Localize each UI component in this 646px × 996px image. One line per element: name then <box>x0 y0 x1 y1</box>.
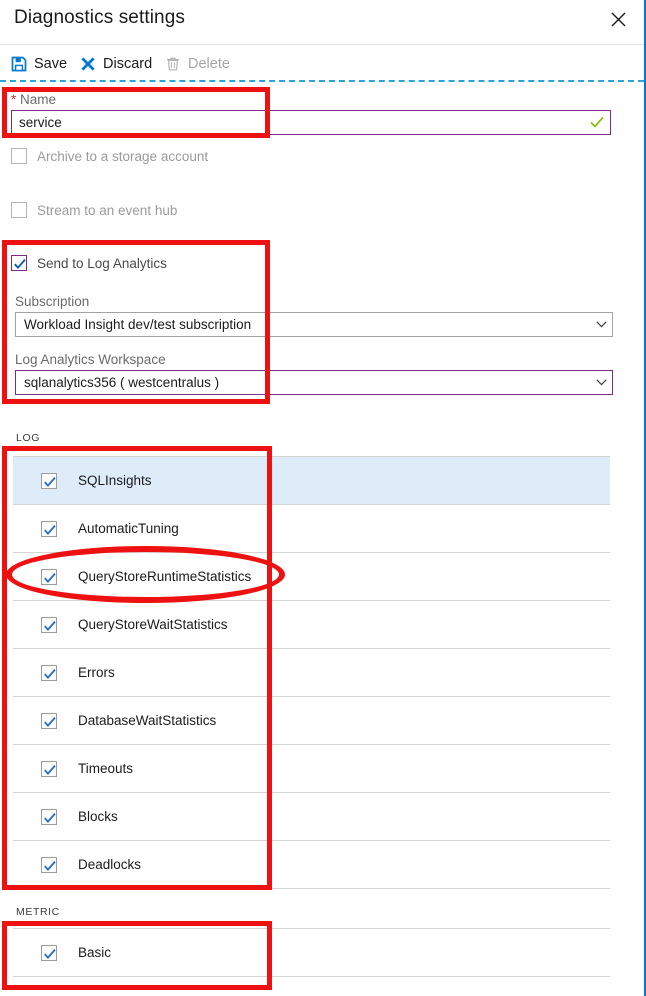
workspace-selected-value: sqlanalytics356 ( westcentralus ) <box>16 375 590 390</box>
list-item[interactable]: Basic <box>13 928 610 977</box>
save-button[interactable]: Save <box>11 53 67 75</box>
blade-title-bar: Diagnostics settings <box>0 0 644 45</box>
delete-button: Delete <box>165 53 230 75</box>
discard-button-label: Discard <box>103 56 152 72</box>
chevron-down-icon <box>590 371 612 394</box>
command-bar-divider <box>0 80 644 82</box>
log-category-label: QueryStoreWaitStatistics <box>78 617 228 632</box>
list-item[interactable]: DatabaseWaitStatistics <box>13 697 610 745</box>
log-category-label: Blocks <box>78 809 118 824</box>
checkmark-icon <box>43 811 57 830</box>
trash-icon <box>165 56 181 72</box>
log-category-list: SQLInsights AutomaticTuning QueryStoreRunt… <box>13 456 610 889</box>
metric-category-list: Basic <box>13 928 610 977</box>
required-marker: * <box>11 92 16 107</box>
name-field-label: * Name <box>11 92 56 107</box>
log-category-label: Errors <box>78 665 115 680</box>
log-analytics-workspace-dropdown[interactable]: sqlanalytics356 ( westcentralus ) <box>15 370 613 395</box>
save-button-label: Save <box>34 56 67 72</box>
checkbox-checked[interactable] <box>41 809 57 825</box>
stream-to-event-hub-checkbox-row[interactable]: Stream to an event hub <box>11 202 177 218</box>
checkbox-checked[interactable] <box>41 713 57 729</box>
checkmark-icon <box>43 715 57 734</box>
list-item[interactable]: Blocks <box>13 793 610 841</box>
checkbox-checked[interactable] <box>41 473 57 489</box>
checkbox-checked[interactable] <box>41 521 57 537</box>
send-to-log-analytics-label: Send to Log Analytics <box>37 256 167 271</box>
diagnostics-settings-blade: Diagnostics settings Save <box>0 0 646 996</box>
checkmark-icon <box>43 859 57 878</box>
checkbox-checked[interactable] <box>11 255 27 271</box>
checkmark-icon <box>43 947 57 966</box>
log-category-label: Deadlocks <box>78 857 141 872</box>
checkbox-checked[interactable] <box>41 665 57 681</box>
list-item[interactable]: Deadlocks <box>13 841 610 889</box>
checkmark-icon <box>13 257 27 276</box>
checkbox-checked[interactable] <box>41 761 57 777</box>
list-item[interactable]: SQLInsights <box>13 456 610 505</box>
checkbox-unchecked[interactable] <box>11 148 27 164</box>
send-to-log-analytics-checkbox-row[interactable]: Send to Log Analytics <box>11 255 167 271</box>
list-item[interactable]: QueryStoreRuntimeStatistics <box>13 553 610 601</box>
close-icon[interactable] <box>602 3 634 35</box>
metric-category-label: Basic <box>78 945 111 960</box>
log-category-label: SQLInsights <box>78 473 152 488</box>
list-item[interactable]: QueryStoreWaitStatistics <box>13 601 610 649</box>
subscription-label: Subscription <box>15 294 89 309</box>
page-title: Diagnostics settings <box>14 7 185 29</box>
discard-button[interactable]: Discard <box>80 53 152 75</box>
log-category-label: Timeouts <box>78 761 133 776</box>
list-item[interactable]: AutomaticTuning <box>13 505 610 553</box>
checkbox-checked[interactable] <box>41 617 57 633</box>
name-label-text: Name <box>20 92 56 107</box>
checkmark-icon <box>43 571 57 590</box>
archive-to-storage-label: Archive to a storage account <box>37 149 208 164</box>
name-input[interactable] <box>11 110 611 135</box>
command-bar: Save Discard Delete <box>0 45 644 79</box>
cross-icon <box>80 56 96 72</box>
list-item[interactable]: Errors <box>13 649 610 697</box>
log-category-label: DatabaseWaitStatistics <box>78 713 216 728</box>
checkmark-icon <box>589 114 605 130</box>
log-category-label: QueryStoreRuntimeStatistics <box>78 569 251 584</box>
list-item[interactable]: Timeouts <box>13 745 610 793</box>
delete-button-label: Delete <box>188 56 230 72</box>
save-disk-icon <box>11 56 27 72</box>
checkbox-checked[interactable] <box>41 569 57 585</box>
checkmark-icon <box>43 475 57 494</box>
checkmark-icon <box>43 619 57 638</box>
chevron-down-icon <box>590 313 612 336</box>
checkmark-icon <box>43 523 57 542</box>
checkbox-checked[interactable] <box>41 945 57 961</box>
log-analytics-workspace-label: Log Analytics Workspace <box>15 352 166 367</box>
stream-to-event-hub-label: Stream to an event hub <box>37 203 177 218</box>
subscription-dropdown[interactable]: Workload Insight dev/test subscription <box>15 312 613 337</box>
checkmark-icon <box>43 667 57 686</box>
log-category-label: AutomaticTuning <box>78 521 179 536</box>
checkbox-checked[interactable] <box>41 857 57 873</box>
archive-to-storage-checkbox-row[interactable]: Archive to a storage account <box>11 148 208 164</box>
metric-section-title: METRIC <box>16 906 60 918</box>
subscription-selected-value: Workload Insight dev/test subscription <box>16 317 590 332</box>
checkmark-icon <box>43 763 57 782</box>
checkbox-unchecked[interactable] <box>11 202 27 218</box>
log-section-title: LOG <box>16 432 40 444</box>
